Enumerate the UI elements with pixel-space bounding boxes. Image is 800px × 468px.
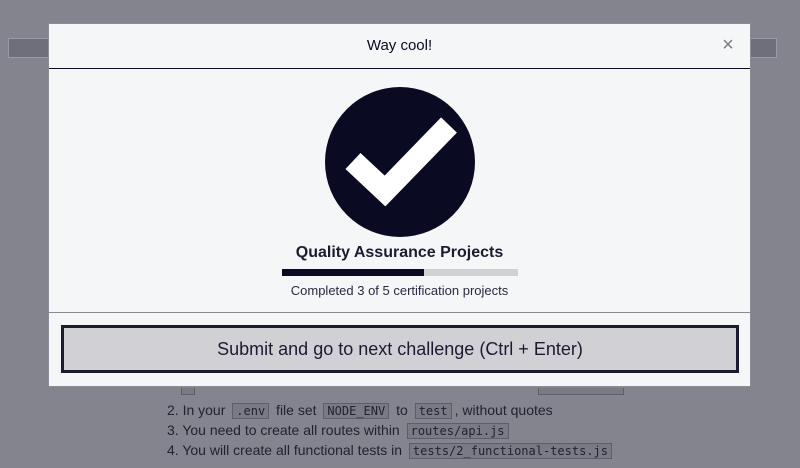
- certification-title: Quality Assurance Projects: [295, 244, 504, 261]
- inline-code: NODE_ENV: [323, 403, 390, 419]
- instruction-text: 2. In your: [167, 402, 230, 418]
- instructions-list: 2. In your .env file set NODE_ENV to tes…: [167, 380, 615, 460]
- inline-code: routes/api.js: [406, 423, 509, 439]
- instruction-item: 4. You will create all functional tests …: [167, 440, 615, 460]
- submit-next-challenge-button[interactable]: Submit and go to next challenge (Ctrl + …: [61, 325, 739, 373]
- modal-divider: [49, 312, 750, 313]
- instruction-item: 3. You need to create all routes within …: [167, 420, 615, 440]
- progress-fill: [282, 269, 424, 276]
- instruction-text: 3. You need to create all routes within: [167, 422, 404, 438]
- modal-title: Way cool!: [366, 37, 433, 54]
- inline-code: test: [414, 403, 452, 419]
- close-icon: ×: [722, 34, 734, 56]
- close-button[interactable]: ×: [718, 35, 738, 55]
- modal-header: Way cool! ×: [49, 24, 750, 69]
- progress-text: Completed 3 of 5 certification projects: [290, 283, 509, 298]
- inline-code: .env: [232, 403, 270, 419]
- completion-modal: Way cool! × Quality Assurance Projects C…: [48, 23, 751, 387]
- instruction-item: 2. In your .env file set NODE_ENV to tes…: [167, 400, 615, 420]
- instruction-text: 4. You will create all functional tests …: [167, 442, 406, 458]
- inline-code: tests/2_functional-tests.js: [408, 443, 612, 459]
- progress-bar: [282, 269, 518, 276]
- checkmark-icon: [325, 87, 475, 237]
- instruction-text: file set: [272, 402, 321, 418]
- instruction-text: , without quotes: [454, 402, 553, 418]
- instruction-text: to: [392, 402, 412, 418]
